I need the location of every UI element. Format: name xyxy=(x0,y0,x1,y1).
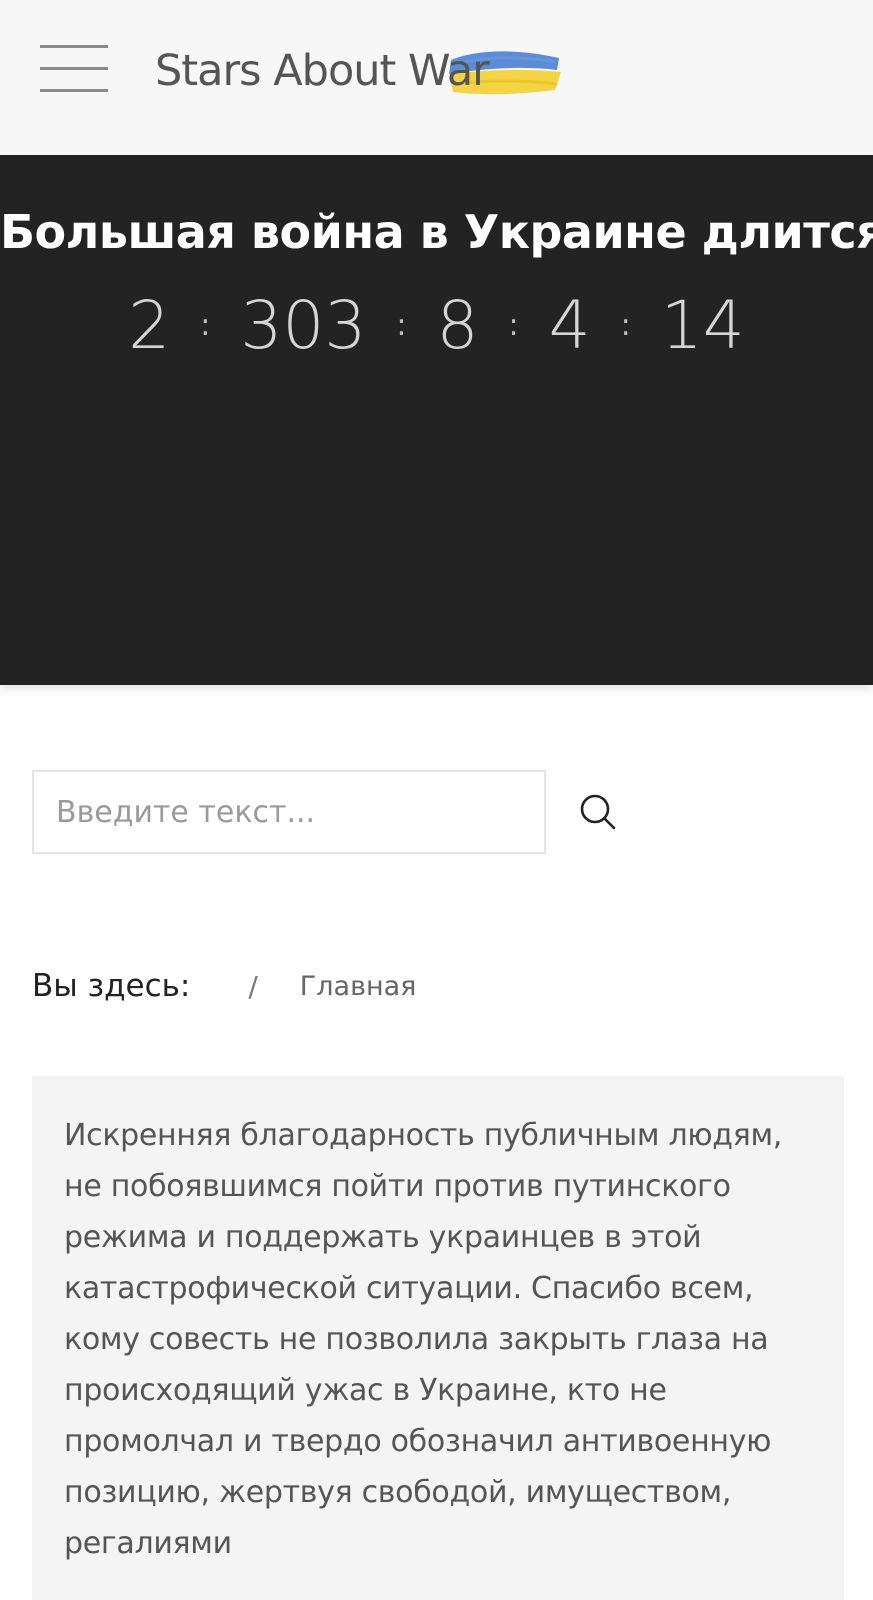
site-logo[interactable]: Stars About War xyxy=(155,36,561,106)
counter-separator: : xyxy=(508,308,519,343)
logo-text: Stars About War xyxy=(155,46,490,96)
war-counter-banner: Большая война в Украине длится 2 : 303 :… xyxy=(0,155,873,685)
intro-quote-box: Искренняя благодарность публичным людям,… xyxy=(32,1076,844,1600)
counter-days: 303 xyxy=(240,287,367,364)
search-icon[interactable] xyxy=(574,788,622,836)
banner-title: Большая война в Украине длится xyxy=(0,205,873,259)
war-duration-counter: 2 : 303 : 8 : 4 : 14 xyxy=(0,293,873,359)
counter-separator: : xyxy=(200,308,211,343)
breadcrumb-separator: / xyxy=(248,969,258,1003)
menu-line xyxy=(40,45,108,48)
menu-line xyxy=(40,89,108,92)
breadcrumb-home-link[interactable]: Главная xyxy=(300,971,417,1002)
counter-separator: : xyxy=(620,308,631,343)
site-header: Stars About War xyxy=(0,0,873,155)
counter-years: 2 xyxy=(128,287,171,364)
counter-separator: : xyxy=(396,308,407,343)
counter-seconds: 14 xyxy=(660,287,745,364)
page: Stars About War Большая война в Украине … xyxy=(0,0,873,1600)
counter-minutes: 4 xyxy=(548,287,591,364)
hamburger-menu-icon[interactable] xyxy=(40,45,108,93)
magnifier-glyph xyxy=(580,794,616,830)
search-bar xyxy=(32,770,622,854)
counter-hours: 8 xyxy=(436,287,479,364)
search-input[interactable] xyxy=(32,770,546,854)
breadcrumb-label: Вы здесь: xyxy=(32,968,191,1004)
intro-quote-text: Искренняя благодарность публичным людям,… xyxy=(64,1118,783,1561)
menu-line xyxy=(40,67,108,70)
breadcrumb: Вы здесь: / Главная xyxy=(32,968,416,1004)
